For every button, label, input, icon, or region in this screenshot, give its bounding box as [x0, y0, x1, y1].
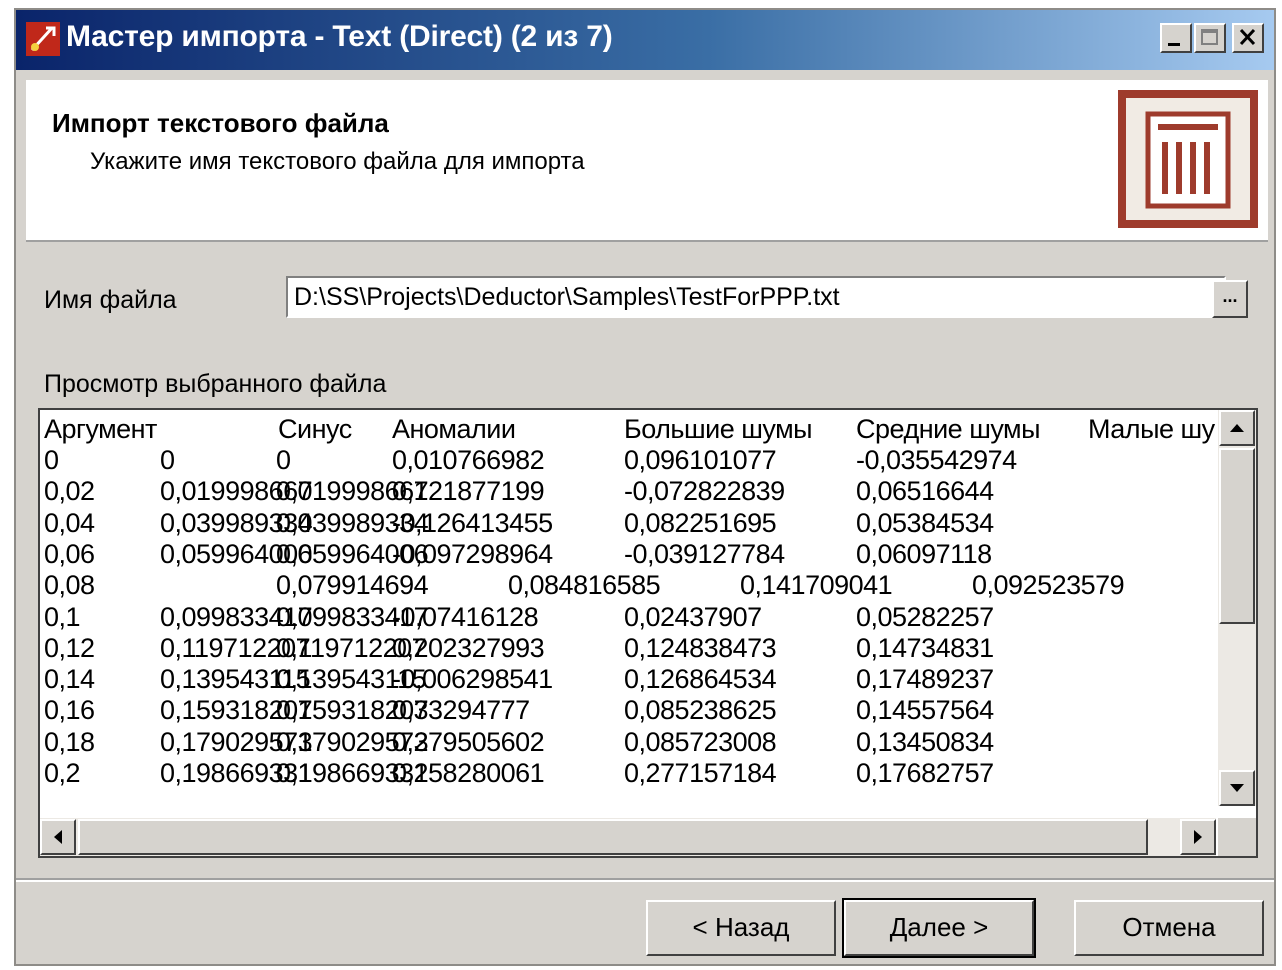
preview-cell: 0,16	[44, 695, 95, 726]
preview-row: 0,04 0,039989334 0,039989334 -0,126413455 0,…	[40, 508, 1216, 539]
preview-cell: 0,096101077	[624, 445, 777, 475]
next-button[interactable]: Далее >	[842, 898, 1036, 958]
footer-divider	[16, 878, 1274, 882]
preview-cell: 0,126864534	[624, 664, 777, 695]
horizontal-scroll-thumb[interactable]	[78, 819, 1148, 855]
preview-cell: 0,02437907	[624, 601, 762, 632]
window-title: Мастер импорта - Text (Direct) (2 из 7)	[66, 20, 613, 53]
preview-cell: 0,12	[44, 632, 95, 663]
app-icon	[26, 22, 60, 56]
preview-row: 0,02 0,019998667 0,019998667 0,121877199 -0,…	[40, 476, 1216, 507]
preview-header-cell: Малые шу	[1088, 414, 1215, 444]
preview-cell: 0	[160, 445, 175, 475]
back-button[interactable]: < Назад	[646, 900, 836, 956]
preview-row: 0,2 0,198669331 0,198669331 0,258280061 0,27…	[40, 758, 1216, 789]
close-button[interactable]	[1232, 23, 1264, 53]
preview-label: Просмотр выбранного файла	[44, 370, 387, 398]
preview-cell: 0,08	[44, 570, 95, 601]
file-name-label: Имя файла	[44, 286, 177, 314]
preview-row: 0,1 0,099833417 0,099833417 -0,07416128 0,02…	[40, 602, 1216, 633]
title-bar[interactable]: Мастер импорта - Text (Direct) (2 из 7)	[16, 10, 1274, 70]
browse-button[interactable]: ...	[1212, 280, 1248, 318]
cancel-button[interactable]: Отмена	[1074, 900, 1264, 956]
preview-content: Аргумент Синус Аномалии Большие шумы Средние…	[40, 410, 1216, 806]
preview-cell: 0,17682757	[856, 758, 994, 788]
preview-header-cell: Средние шумы	[856, 414, 1041, 444]
text-file-icon	[1118, 90, 1258, 228]
horizontal-scrollbar[interactable]	[40, 818, 1216, 856]
preview-row: 0,06 0,059964006 0,059964006 -0,097298964 -0…	[40, 539, 1216, 570]
preview-cell: 0,06	[44, 538, 95, 569]
preview-cell: 0,04	[44, 507, 95, 538]
file-preview[interactable]: Аргумент Синус Аномалии Большие шумы Средние…	[38, 408, 1258, 858]
preview-cell: -0,07416128	[392, 601, 539, 632]
preview-cell: 0,17489237	[856, 664, 994, 695]
page-subtitle: Укажите имя текстового файла для импорта	[90, 148, 585, 175]
preview-cell: -0,126413455	[392, 507, 553, 538]
preview-cell: 0,202327993	[392, 632, 545, 663]
preview-cell: 0,13450834	[856, 726, 994, 757]
preview-cell: -0,039127784	[624, 538, 785, 569]
preview-row: 0,08 0,079914694 0,084816585 0,141709041 0,0…	[40, 570, 1216, 601]
preview-cell: 0,084816585	[508, 570, 661, 601]
preview-row: 0 0 0 0,010766982 0,096101077 -0,035542974	[40, 445, 1216, 476]
scroll-up-button[interactable]	[1219, 410, 1255, 446]
scrollbar-corner	[1218, 818, 1256, 856]
preview-header-cell: Аргумент	[44, 414, 157, 444]
preview-cell: -0,072822839	[624, 476, 785, 507]
preview-cell: 0,2	[44, 758, 81, 788]
import-wizard-window: Мастер импорта - Text (Direct) (2 из 7) …	[14, 8, 1276, 966]
vertical-scroll-thumb[interactable]	[1219, 448, 1255, 624]
preview-cell: 0,33294777	[392, 695, 530, 726]
preview-cell: -0,035542974	[856, 445, 1017, 475]
preview-cell: 0,085723008	[624, 726, 777, 757]
scroll-left-button[interactable]	[40, 819, 76, 855]
preview-cell: 0,06516644	[856, 476, 994, 507]
preview-cell: 0,06097118	[856, 538, 992, 569]
preview-row: 0,14 0,139543115 0,139543115 -0,006298541 0,…	[40, 664, 1216, 695]
preview-cell: 0,14	[44, 664, 95, 695]
preview-cell: 0,121877199	[392, 476, 545, 507]
preview-cell: 0,124838473	[624, 632, 777, 663]
preview-header-cell: Синус	[278, 414, 352, 444]
preview-row: 0,12 0,119712207 0,119712207 0,202327993 0,1…	[40, 633, 1216, 664]
preview-cell: -0,097298964	[392, 538, 553, 569]
maximize-button[interactable]	[1194, 23, 1226, 53]
preview-cell: 0,082251695	[624, 507, 777, 538]
page-title: Импорт текстового файла	[52, 108, 389, 138]
preview-header-row: Аргумент Синус Аномалии Большие шумы Средние…	[40, 414, 1216, 445]
preview-cell: 0,277157184	[624, 758, 777, 788]
preview-cell: 0,141709041	[740, 570, 893, 601]
preview-cell: 0,14734831	[856, 632, 994, 663]
preview-cell: 0,18	[44, 726, 95, 757]
preview-cell: 0	[276, 445, 291, 475]
preview-cell: 0,079914694	[276, 570, 429, 601]
preview-header-cell: Большие шумы	[624, 414, 813, 444]
preview-cell: 0	[44, 445, 59, 475]
preview-cell: 0,092523579	[972, 570, 1125, 601]
preview-cell: 0,258280061	[392, 758, 545, 788]
preview-cell: 0,085238625	[624, 695, 777, 726]
preview-cell: 0,279505602	[392, 726, 545, 757]
preview-row: 0,18 0,179029573 0,179029573 0,279505602 0,0…	[40, 727, 1216, 758]
preview-header-cell: Аномалии	[392, 414, 516, 444]
vertical-scrollbar[interactable]	[1218, 410, 1256, 806]
file-path-input[interactable]	[286, 276, 1226, 318]
preview-cell: 0,05384534	[856, 507, 994, 538]
scroll-right-button[interactable]	[1180, 819, 1216, 855]
scroll-down-button[interactable]	[1219, 770, 1255, 806]
minimize-button[interactable]	[1160, 23, 1192, 53]
preview-cell: 0,02	[44, 476, 95, 507]
preview-cell: 0,1	[44, 601, 81, 632]
preview-cell: 0,010766982	[392, 445, 545, 475]
preview-cell: 0,14557564	[856, 695, 994, 726]
preview-cell: -0,006298541	[392, 664, 553, 695]
preview-cell: 0,05282257	[856, 601, 994, 632]
wizard-header: Импорт текстового файла Укажите имя текс…	[26, 80, 1268, 242]
preview-row: 0,16 0,159318207 0,159318207 0,33294777 0,08…	[40, 695, 1216, 726]
